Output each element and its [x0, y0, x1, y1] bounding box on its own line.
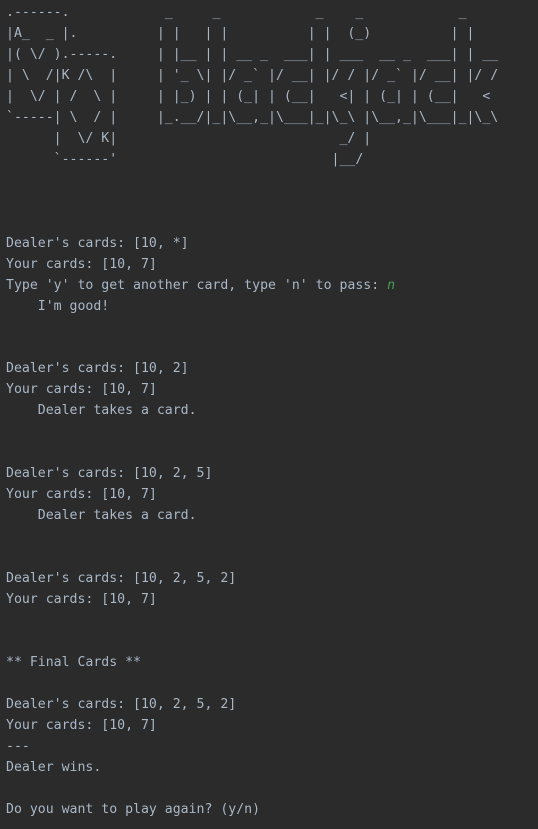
console-line-text: Your cards: [10, 7]	[6, 487, 157, 503]
console-line-text: Dealer takes a card.	[6, 403, 197, 419]
console-line: ** Final Cards **	[6, 653, 538, 674]
console-line: Dealer takes a card.	[6, 506, 538, 527]
console-line-text: |( \/ ).-----. | |__ | | __ _ ___| | ___…	[6, 46, 499, 62]
console-line-text: Dealer takes a card.	[6, 508, 197, 524]
console-line: `-----| \ / | |_.__/|_|\__,_|\___|_|\_\ …	[6, 108, 538, 129]
console-line: |( \/ ).-----. | |__ | | __ _ ___| | ___…	[6, 45, 538, 66]
console-line-text: | \/ | / \ | | |_) | | (_| | (__| <| | (…	[6, 88, 491, 104]
console-line: | \/ K| _/ |	[6, 129, 538, 150]
console-line-text: Dealer's cards: [10, 2]	[6, 361, 189, 377]
console-line: Your cards: [10, 7]	[6, 380, 538, 401]
console-line-text: Your cards: [10, 7]	[6, 592, 157, 608]
console-line-text: `------' |__/	[6, 151, 364, 167]
console-line: Your cards: [10, 7]	[6, 590, 538, 611]
console-line-text: Dealer wins.	[6, 759, 102, 775]
console-line: | \ /|K /\ | | '_ \| |/ _` |/ __| |/ / |…	[6, 66, 538, 87]
console-line: I'm good!	[6, 297, 538, 318]
console-line-text: Do you want to play again? (y/n)	[6, 801, 261, 817]
console-line-text: Dealer's cards: [10, *]	[6, 235, 189, 251]
console-line-text: .------. _ _ _ _ _	[6, 5, 467, 20]
console-line: Type 'y' to get another card, type 'n' t…	[6, 276, 538, 297]
console-line: |A_ _ |. | | | | | | (_) | |	[6, 24, 538, 45]
console-line-text: Type 'y' to get another card, type 'n' t…	[6, 277, 388, 293]
console-line-text: I'm good!	[6, 298, 110, 314]
console-line-text: Your cards: [10, 7]	[6, 256, 157, 272]
console-line: Dealer's cards: [10, 2]	[6, 359, 538, 380]
console-line: Dealer's cards: [10, 2, 5, 2]	[6, 569, 538, 590]
console-line: | \/ | / \ | | |_) | | (_| | (__| <| | (…	[6, 87, 538, 108]
console-line: `------' |__/	[6, 150, 538, 171]
user-input-echo: n	[387, 277, 396, 293]
console-line: ---	[6, 737, 538, 758]
console-line-text: Dealer's cards: [10, 2, 5, 2]	[6, 696, 237, 712]
console-line-text: |A_ _ |. | | | | | | (_) | |	[6, 25, 475, 41]
console-line-text: ---	[6, 738, 30, 754]
console-line: Dealer takes a card.	[6, 401, 538, 422]
console-line: Your cards: [10, 7]	[6, 485, 538, 506]
console-line: Do you want to play again? (y/n)	[6, 800, 538, 821]
console-line: Dealer's cards: [10, 2, 5]	[6, 464, 538, 485]
console-line: Dealer's cards: [10, *]	[6, 234, 538, 255]
console-line-text: `-----| \ / | |_.__/|_|\__,_|\___|_|\_\ …	[6, 109, 499, 125]
console-line: Your cards: [10, 7]	[6, 255, 538, 276]
console-output[interactable]: .------. _ _ _ _ _ |A_ _ |. | | | | | | (…	[0, 0, 538, 829]
console-line: Dealer wins.	[6, 758, 538, 779]
console-line-text: | \/ K| _/ |	[6, 130, 372, 146]
console-line: Dealer's cards: [10, 2, 5, 2]	[6, 695, 538, 716]
console-line-text: ** Final Cards **	[6, 655, 141, 671]
console-line-text: Dealer's cards: [10, 2, 5]	[6, 466, 213, 482]
console-line-text: | \ /|K /\ | | '_ \| |/ _` |/ __| |/ / |…	[6, 67, 499, 83]
console-line-text: Your cards: [10, 7]	[6, 717, 157, 733]
console-line: .------. _ _ _ _ _	[6, 3, 538, 24]
console-line-text: Dealer's cards: [10, 2, 5, 2]	[6, 571, 237, 587]
console-line-text: Your cards: [10, 7]	[6, 382, 157, 398]
console-line: Your cards: [10, 7]	[6, 716, 538, 737]
